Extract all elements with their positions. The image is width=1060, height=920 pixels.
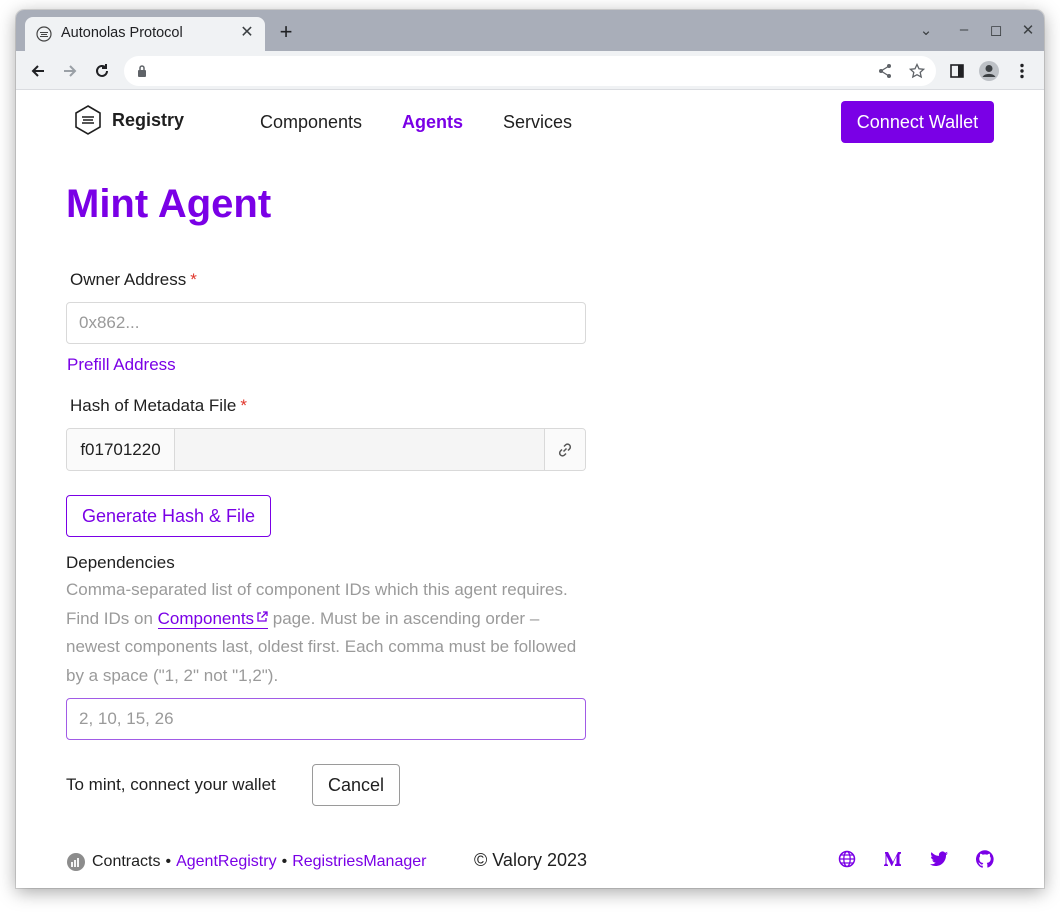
github-icon[interactable] [974, 848, 996, 870]
page: Registry Components Agents Services Conn… [16, 90, 1044, 888]
dependencies-label: Dependencies [66, 553, 175, 572]
forward-icon[interactable] [59, 60, 81, 82]
maximize-icon[interactable]: ◻ [986, 21, 1006, 39]
lock-icon [138, 65, 146, 77]
browser-tab[interactable]: Autonolas Protocol ✕ [25, 17, 265, 51]
profile-avatar-icon[interactable] [978, 60, 1000, 82]
metadata-hash-label: Hash of Metadata File * [70, 396, 247, 416]
copyright: © Valory 2023 [474, 850, 587, 870]
brand[interactable]: Registry [72, 104, 184, 136]
contracts-label: Contracts [92, 853, 161, 870]
minimize-icon[interactable]: – [954, 21, 974, 38]
components-help-link[interactable]: Components [157, 608, 269, 629]
metadata-hash-input-group: f01701220 [66, 428, 586, 471]
medium-icon[interactable] [882, 848, 904, 870]
dependencies-help-text: Comma-separated list of component IDs wh… [66, 576, 596, 690]
footer-contracts: Contracts • AgentRegistry • RegistriesMa… [66, 852, 426, 872]
dependencies-placeholder: 2, 10, 15, 26 [79, 709, 174, 728]
link-icon[interactable] [544, 429, 585, 470]
owner-address-label: Owner Address * [70, 270, 197, 290]
share-icon[interactable] [876, 62, 894, 80]
tab-close-icon[interactable]: ✕ [238, 24, 256, 42]
owner-address-placeholder: 0x862... [79, 313, 140, 332]
browser-menu-icon[interactable] [1011, 60, 1033, 82]
nav-agents[interactable]: Agents [402, 112, 463, 133]
mint-note: To mint, connect your wallet [66, 775, 276, 794]
globe-icon[interactable] [836, 848, 858, 870]
tab-strip: Autonolas Protocol ✕ + ⌄ – ◻ ✕ [16, 10, 1044, 51]
close-window-icon[interactable]: ✕ [1018, 21, 1038, 39]
twitter-icon[interactable] [928, 848, 950, 870]
browser-window: Autonolas Protocol ✕ + ⌄ – ◻ ✕ Registry … [16, 10, 1044, 888]
separator: • [165, 853, 172, 870]
page-title: Mint Agent [66, 182, 272, 226]
cancel-button[interactable]: Cancel [312, 764, 400, 806]
agent-registry-link[interactable]: AgentRegistry [176, 853, 277, 871]
hash-prefix-addon: f01701220 [67, 429, 175, 470]
tab-title: Autonolas Protocol [61, 25, 183, 41]
etherscan-icon [67, 853, 85, 871]
separator: • [281, 853, 288, 870]
owner-address-label-text: Owner Address [70, 270, 187, 289]
address-bar[interactable] [124, 56, 936, 86]
browser-toolbar [16, 51, 1044, 90]
prefill-address-link[interactable]: Prefill Address [67, 355, 176, 375]
navbar: Registry Components Agents Services Conn… [16, 90, 1044, 154]
metadata-hash-input[interactable] [175, 429, 545, 470]
nav-services[interactable]: Services [503, 112, 572, 133]
brand-name: Registry [112, 109, 185, 130]
back-icon[interactable] [27, 60, 49, 82]
dependencies-input[interactable]: 2, 10, 15, 26 [66, 698, 586, 740]
required-mark: * [190, 270, 197, 289]
components-help-link-text: Components [157, 608, 255, 628]
connect-wallet-button[interactable]: Connect Wallet [841, 101, 994, 143]
generate-hash-button[interactable]: Generate Hash & File [66, 495, 271, 537]
required-mark: * [240, 396, 247, 415]
side-panel-icon[interactable] [946, 60, 968, 82]
bookmark-star-icon[interactable] [908, 62, 926, 80]
registry-logo-icon [75, 105, 101, 135]
registries-manager-link[interactable]: RegistriesManager [292, 853, 426, 871]
tab-search-icon[interactable]: ⌄ [916, 21, 936, 39]
new-tab-button[interactable]: + [276, 21, 296, 43]
external-link-icon [257, 610, 268, 622]
metadata-hash-label-text: Hash of Metadata File [70, 396, 237, 415]
nav-components[interactable]: Components [260, 112, 362, 133]
autonolas-favicon-icon [36, 26, 52, 42]
reload-icon[interactable] [91, 60, 113, 82]
owner-address-input[interactable]: 0x862... [66, 302, 586, 344]
